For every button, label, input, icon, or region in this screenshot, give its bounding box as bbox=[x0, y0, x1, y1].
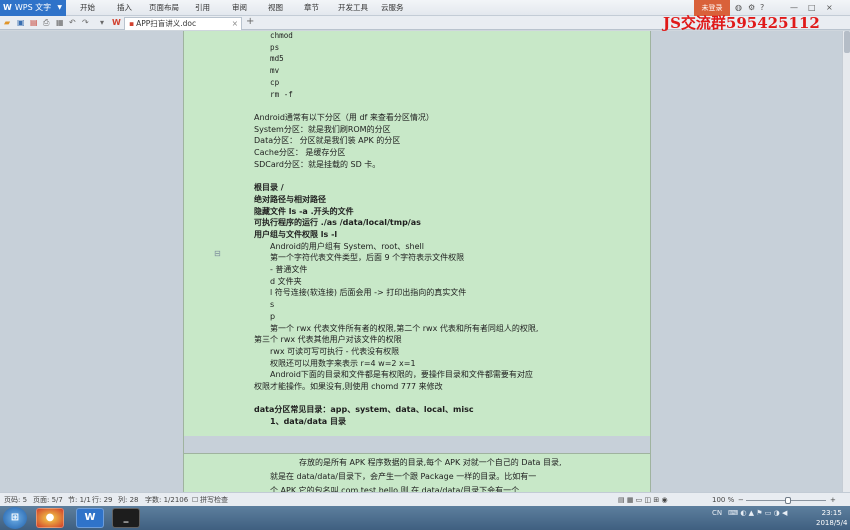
status-spellcheck[interactable]: 拼写检查 bbox=[200, 493, 228, 507]
document-line[interactable]: p bbox=[270, 312, 275, 322]
maximize-button[interactable]: □ bbox=[808, 3, 816, 12]
menu-review[interactable]: 审阅 bbox=[232, 0, 247, 16]
chevron-down-icon: ▼ bbox=[57, 4, 62, 11]
status-pages: 页面: 5/7 bbox=[33, 496, 63, 504]
document-line[interactable]: - 普通文件 bbox=[270, 265, 307, 275]
document-line[interactable]: ps bbox=[270, 43, 279, 53]
new-tab-button[interactable]: + bbox=[246, 16, 254, 27]
menu-references[interactable]: 引用 bbox=[195, 0, 210, 16]
tray-language[interactable]: CN bbox=[712, 509, 722, 517]
zoom-slider-knob[interactable] bbox=[785, 497, 791, 504]
wps-doc-icon: W bbox=[112, 18, 121, 27]
document-line[interactable]: 权限还可以用数字来表示 r=4 w=2 x=1 bbox=[270, 359, 416, 369]
zoom-out-icon[interactable]: − bbox=[738, 493, 744, 507]
document-tab-label: APP扫盲讲义.doc bbox=[136, 19, 197, 28]
document-line[interactable]: rwx 可读可写可执行 - 代表没有权限 bbox=[270, 347, 399, 357]
print-preview-icon[interactable]: ▦ bbox=[56, 18, 64, 27]
customize-dropdown-icon[interactable]: ▾ bbox=[100, 18, 104, 27]
document-line[interactable]: 第一个字符代表文件类型，后面 9 个字符表示文件权限 bbox=[270, 253, 464, 263]
cmd-taskbar-icon[interactable]: _ bbox=[112, 508, 140, 528]
status-section: 节: 1/1 bbox=[68, 496, 91, 504]
status-col: 列: 28 bbox=[118, 496, 139, 504]
menu-chapter[interactable]: 章节 bbox=[304, 0, 319, 16]
open-folder-icon[interactable]: ▰ bbox=[4, 18, 10, 27]
status-zoom: 100 % bbox=[712, 496, 735, 504]
menu-developer-tools[interactable]: 开发工具 bbox=[338, 0, 368, 16]
vertical-scrollbar[interactable] bbox=[842, 31, 850, 492]
document-line[interactable]: 就是在 data/data/目录下，会产生一个跟 Package 一样的目录。比… bbox=[270, 472, 536, 482]
document-line[interactable]: md5 bbox=[270, 54, 284, 64]
document-line[interactable]: rm -f bbox=[270, 90, 293, 100]
app-name: WPS 文字 bbox=[14, 3, 52, 12]
export-pdf-icon[interactable]: ▤ bbox=[30, 18, 38, 27]
menu-page-layout[interactable]: 页面布局 bbox=[149, 0, 179, 16]
status-words: 字数: 1/2106 bbox=[145, 496, 189, 504]
redo-icon[interactable]: ↷ bbox=[82, 18, 89, 27]
menu-cloud-service[interactable]: 云服务 bbox=[381, 0, 404, 16]
document-line[interactable]: 根目录 / bbox=[254, 183, 284, 193]
document-line[interactable]: Android通常有以下分区（用 df 来查看分区情况） bbox=[254, 113, 434, 123]
view-mode-icon[interactable]: ▤ ▦ ▭ ◫ ⊞ ◉ bbox=[618, 493, 668, 507]
undo-icon[interactable]: ↶ bbox=[69, 18, 76, 27]
app-menu-button[interactable]: W WPS 文字 ▼ bbox=[0, 0, 66, 16]
document-line[interactable]: 存放的是所有 APK 程序数据的目录,每个 APK 对就一个自己的 Data 目… bbox=[299, 458, 562, 468]
page-break bbox=[184, 436, 650, 453]
menu-home[interactable]: 开始 bbox=[80, 0, 95, 16]
close-tab-icon[interactable]: × bbox=[232, 18, 238, 30]
document-line[interactable]: 1、data/data 目录 bbox=[270, 417, 346, 427]
document-line[interactable]: Android的用户组有 System、root、shell bbox=[270, 242, 424, 252]
document-canvas: 存放的是所有 APK 程序数据的目录,每个 APK 对就一个自己的 Data 目… bbox=[0, 31, 842, 492]
document-line[interactable]: data分区常见目录：app、system、data、local、misc bbox=[254, 405, 474, 415]
document-line[interactable]: Android下面的目录和文件都是有权限的，要操作目录和文件都需要有对应 bbox=[270, 370, 533, 380]
document-line[interactable]: SDCard分区：就是挂载的 SD 卡。 bbox=[254, 160, 380, 170]
wps-logo-icon: W bbox=[3, 3, 12, 12]
chrome-taskbar-icon[interactable]: ● bbox=[36, 508, 64, 528]
menu-view[interactable]: 视图 bbox=[268, 0, 283, 16]
doc-file-icon: ▪ bbox=[129, 19, 135, 28]
document-line[interactable]: Cache分区： 是缓存分区 bbox=[254, 148, 345, 158]
tray-clock[interactable]: 23:15 2018/5/4 bbox=[816, 508, 847, 528]
document-line[interactable]: Data分区： 分区就是我们装 APK 的分区 bbox=[254, 136, 400, 146]
document-line[interactable]: 第三个 rwx 代表其他用户对该文件的权限 bbox=[254, 335, 402, 345]
save-icon[interactable]: ▣ bbox=[17, 18, 25, 27]
status-bar: 页码: 5 页面: 5/7 节: 1/1 行: 29 列: 28 字数: 1/2… bbox=[0, 492, 850, 506]
document-tab[interactable]: ▪ APP扫盲讲义.doc × bbox=[124, 17, 242, 30]
close-button[interactable]: × bbox=[826, 3, 833, 12]
taskbar: ⊞ ● W _ CN ⌨ ◐ ▲ ⚑ ▭ ◑ ◀ 23:15 2018/5/4 bbox=[0, 506, 850, 530]
status-page-number: 页码: 5 bbox=[4, 496, 28, 504]
minimize-button[interactable]: — bbox=[790, 3, 798, 12]
document-line[interactable]: chmod bbox=[270, 31, 293, 41]
document-page[interactable]: 存放的是所有 APK 程序数据的目录,每个 APK 对就一个自己的 Data 目… bbox=[183, 31, 651, 492]
tray-icons[interactable]: ⌨ ◐ ▲ ⚑ ▭ ◑ ◀ bbox=[728, 509, 787, 517]
scrollbar-thumb[interactable] bbox=[844, 31, 850, 53]
print-icon[interactable]: ⎙ bbox=[43, 18, 49, 28]
clock-date: 2018/5/4 bbox=[816, 519, 848, 527]
document-page-next[interactable]: 存放的是所有 APK 程序数据的目录,每个 APK 对就一个自己的 Data 目… bbox=[184, 453, 650, 492]
document-line[interactable]: 绝对路径与相对路径 bbox=[254, 195, 326, 205]
document-line[interactable]: d 文件夹 bbox=[270, 277, 302, 287]
document-line[interactable]: cp bbox=[270, 78, 279, 88]
watermark-text: JS交流群595425112 bbox=[663, 14, 820, 32]
document-line[interactable]: s bbox=[270, 300, 274, 310]
document-line[interactable]: l 符号连接(软连接) 后面会用 -> 打印出指向的真实文件 bbox=[270, 288, 466, 298]
document-line[interactable]: mv bbox=[270, 66, 279, 76]
document-line[interactable]: 用户组与文件权限 ls -l bbox=[254, 230, 337, 240]
skin-icon[interactable]: ◍ bbox=[735, 3, 742, 12]
document-line[interactable]: 可执行程序的运行 ./as /data/local/tmp/as bbox=[254, 218, 421, 228]
start-button[interactable]: ⊞ bbox=[3, 507, 27, 529]
spellcheck-icon[interactable]: ☐ bbox=[192, 493, 198, 507]
document-line[interactable]: 第一个 rwx 代表文件所有者的权限,第二个 rwx 代表和所有者同组人的权限, bbox=[270, 324, 538, 334]
settings-icon[interactable]: ⚙ bbox=[748, 3, 755, 12]
help-icon[interactable]: ? bbox=[760, 3, 764, 12]
document-line[interactable]: 隐藏文件 ls -a .开头的文件 bbox=[254, 207, 354, 217]
paragraph-marker-icon[interactable]: ⊟ bbox=[214, 249, 221, 258]
document-line[interactable]: System分区：就是我们刷ROM的分区 bbox=[254, 125, 391, 135]
zoom-in-icon[interactable]: + bbox=[830, 493, 836, 507]
menu-insert[interactable]: 插入 bbox=[117, 0, 132, 16]
status-row: 行: 29 bbox=[92, 496, 113, 504]
clock-time: 23:15 bbox=[821, 509, 842, 517]
document-line[interactable]: 权限才能操作。如果没有,则使用 chomd 777 来修改 bbox=[254, 382, 443, 392]
wps-taskbar-icon[interactable]: W bbox=[76, 508, 104, 528]
